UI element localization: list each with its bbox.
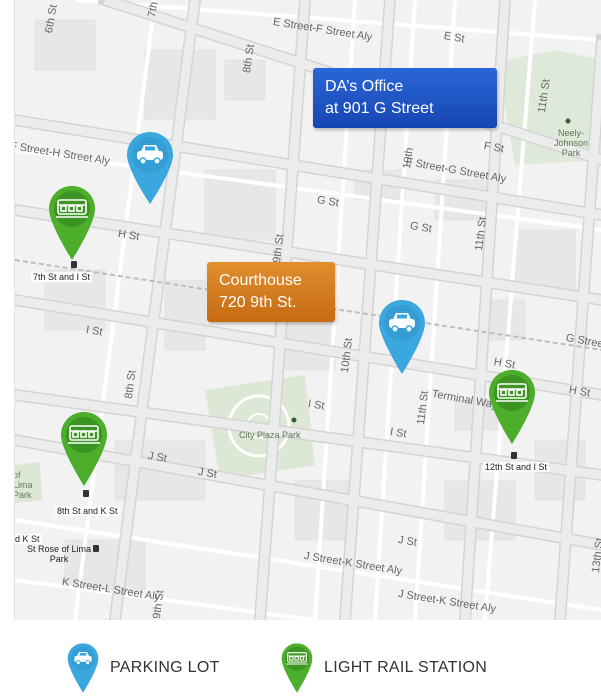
rail-pin-icon <box>49 186 95 260</box>
car-icon <box>67 643 99 693</box>
legend-parking-label: PARKING LOT <box>110 659 220 676</box>
rail-pin-icon <box>489 370 535 444</box>
rail-station-marker[interactable] <box>47 184 97 267</box>
tram-icon <box>281 643 313 693</box>
rail-station-marker[interactable] <box>487 368 537 451</box>
legend-rail: LIGHT RAIL STATION <box>280 642 487 694</box>
park-label: City Plaza Park <box>239 430 301 440</box>
legend-parking: PARKING LOT <box>66 642 220 694</box>
da-office-callout[interactable]: DA’s Office at 901 G Street <box>313 68 497 128</box>
park-label: Neely-Johnson Park <box>553 128 589 158</box>
station-label: 12th St and I St <box>483 462 550 472</box>
rail-pin-icon <box>61 412 107 486</box>
callout-title: Courthouse <box>219 272 302 289</box>
street-label: I St <box>85 324 104 339</box>
map-view[interactable]: E Street-F Street Aly E St 6th St 7th St… <box>14 0 601 620</box>
station-label: St Rose of Lima Park <box>26 544 92 564</box>
parking-marker[interactable] <box>125 130 175 211</box>
street-label: I St <box>307 398 326 413</box>
park-label: of Lima Park <box>14 470 33 500</box>
street-label: I St <box>389 426 408 441</box>
station-label: 8th St and K St <box>55 506 120 516</box>
callout-address: 720 9th St. <box>219 294 297 311</box>
map-legend: PARKING LOT LIGHT RAIL STATION <box>0 620 601 699</box>
callout-title: DA’s Office <box>325 78 404 95</box>
parking-pin-icon <box>127 132 173 204</box>
parking-pin-icon <box>379 300 425 374</box>
legend-rail-label: LIGHT RAIL STATION <box>324 659 488 676</box>
station-label: d K St <box>15 534 42 544</box>
callout-address: at 901 G Street <box>325 100 434 117</box>
station-label: 7th St and I St <box>31 272 93 282</box>
rail-station-marker[interactable] <box>59 410 109 493</box>
parking-marker[interactable] <box>377 298 427 381</box>
courthouse-callout[interactable]: Courthouse 720 9th St. <box>207 262 335 322</box>
